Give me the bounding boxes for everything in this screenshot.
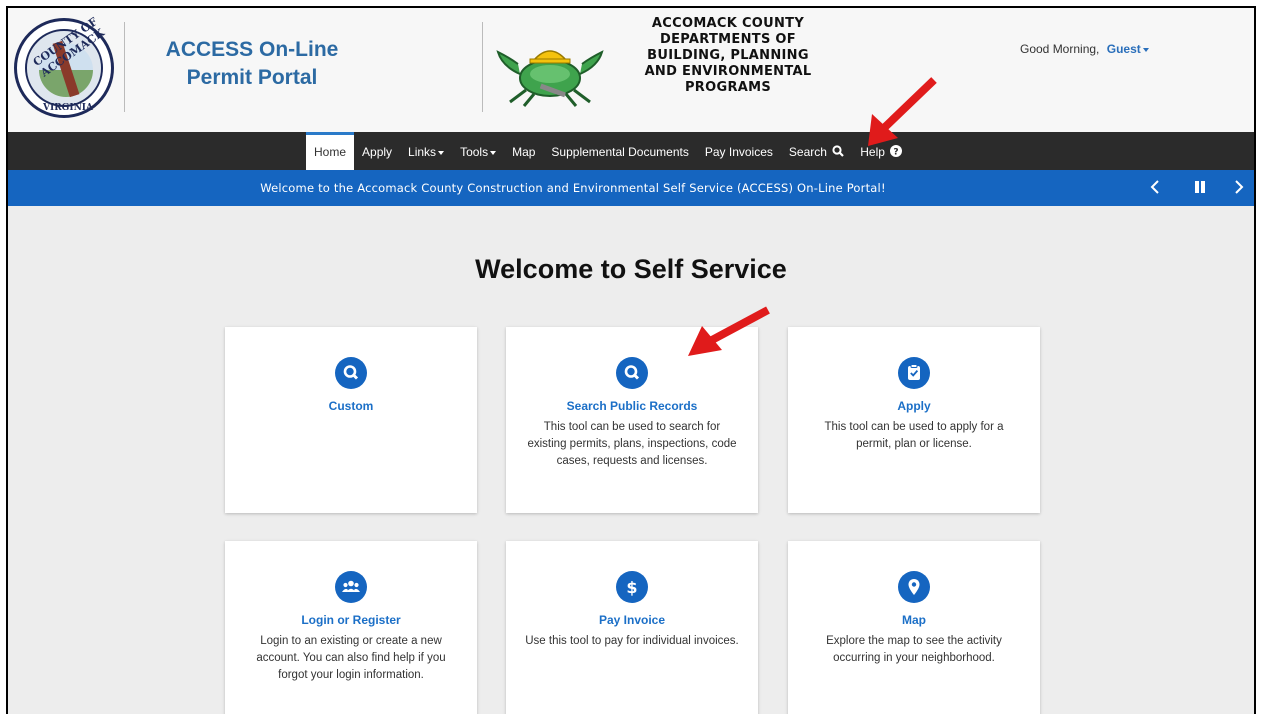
dept-line-4: AND ENVIRONMENTAL bbox=[644, 64, 812, 79]
card-description: This tool can be used to apply for a per… bbox=[824, 421, 1004, 450]
header-divider bbox=[482, 22, 483, 112]
banner-next-button[interactable] bbox=[1234, 170, 1244, 206]
card-apply[interactable]: Apply This tool can be used to apply for… bbox=[788, 327, 1040, 513]
users-icon bbox=[335, 571, 367, 603]
search-icon bbox=[616, 357, 648, 389]
card-title: Pay Invoice bbox=[598, 613, 666, 627]
nav-home[interactable]: Home bbox=[306, 132, 355, 170]
annotation-arrow-icon bbox=[868, 77, 937, 146]
banner-pause-button[interactable] bbox=[1194, 170, 1206, 206]
dollar-icon: $ bbox=[616, 571, 648, 603]
nav-pay-invoices-label: Pay Invoices bbox=[704, 145, 773, 159]
banner-prev-button[interactable] bbox=[1150, 170, 1160, 206]
browser-frame: COUNTY OF ACCOMACK VIRGINIA ACCESS On-Li… bbox=[6, 6, 1256, 714]
nav-tools-dropdown[interactable]: Tools bbox=[452, 132, 504, 170]
user-greeting: Good Morning, Guest bbox=[1020, 42, 1149, 56]
department-title: ACCOMACK COUNTY DEPARTMENTS OF BUILDING,… bbox=[608, 16, 848, 96]
portal-title-line1: ACCESS On-Line bbox=[165, 38, 339, 61]
chevron-right-icon bbox=[1235, 180, 1244, 194]
dept-line-2: DEPARTMENTS OF bbox=[660, 32, 796, 47]
card-login-or-register[interactable]: Login or Register Login to an existing o… bbox=[225, 541, 477, 714]
card-custom[interactable]: Custom bbox=[225, 327, 477, 513]
pause-icon bbox=[1195, 181, 1205, 193]
caret-down-icon bbox=[1142, 47, 1149, 52]
nav-search[interactable]: Search bbox=[781, 132, 852, 170]
nav-search-label: Search bbox=[788, 145, 827, 159]
card-title: Map bbox=[902, 613, 926, 627]
header-divider bbox=[124, 22, 125, 112]
dept-line-1: ACCOMACK COUNTY bbox=[651, 16, 805, 31]
nav-apply[interactable]: Apply bbox=[354, 132, 400, 170]
nav-home-label: Home bbox=[314, 145, 347, 159]
greeting-text: Good Morning, bbox=[1020, 42, 1100, 56]
card-title: Apply bbox=[897, 399, 931, 413]
county-seal-logo: COUNTY OF ACCOMACK VIRGINIA bbox=[14, 15, 114, 118]
user-name: Guest bbox=[1106, 42, 1141, 56]
nav-tools-label: Tools bbox=[460, 145, 489, 159]
main-navbar: Home Apply Links Tools Map Supplemental … bbox=[8, 132, 1254, 170]
nav-apply-label: Apply bbox=[362, 145, 393, 159]
crab-mascot-logo bbox=[496, 50, 604, 107]
caret-down-icon bbox=[490, 150, 497, 155]
search-icon bbox=[335, 357, 367, 389]
nav-map[interactable]: Map bbox=[504, 132, 543, 170]
nav-supplemental-documents[interactable]: Supplemental Documents bbox=[543, 132, 696, 170]
portal-title[interactable]: ACCESS On-Line Permit Portal bbox=[152, 36, 352, 92]
nav-pay-invoices[interactable]: Pay Invoices bbox=[697, 132, 781, 170]
card-title: Login or Register bbox=[301, 613, 401, 627]
clipboard-check-icon bbox=[898, 357, 930, 389]
card-title: Custom bbox=[328, 399, 374, 413]
map-pin-icon bbox=[898, 571, 930, 603]
announcement-banner: Welcome to the Accomack County Construct… bbox=[8, 170, 1254, 206]
seal-text-bottom: VIRGINIA bbox=[43, 103, 93, 113]
svg-text:$: $ bbox=[626, 578, 637, 597]
nav-supplemental-label: Supplemental Documents bbox=[551, 145, 689, 159]
search-icon bbox=[832, 145, 845, 157]
caret-down-icon bbox=[438, 150, 445, 155]
nav-map-label: Map bbox=[512, 145, 536, 159]
user-menu-button[interactable]: Guest bbox=[1107, 42, 1149, 56]
card-description: Explore the map to see the activity occu… bbox=[826, 635, 1002, 664]
card-pay-invoice[interactable]: $ Pay Invoice Use this tool to pay for i… bbox=[506, 541, 758, 714]
portal-title-line2: Permit Portal bbox=[186, 66, 318, 89]
dept-line-3: BUILDING, PLANNING bbox=[647, 48, 809, 63]
banner-text: Welcome to the Accomack County Construct… bbox=[260, 181, 886, 195]
dept-line-5: PROGRAMS bbox=[684, 80, 772, 95]
card-description: Login to an existing or create a new acc… bbox=[256, 635, 446, 681]
chevron-left-icon bbox=[1150, 180, 1159, 194]
card-map[interactable]: Map Explore the map to see the activity … bbox=[788, 541, 1040, 714]
nav-links-label: Links bbox=[408, 145, 437, 159]
nav-links-dropdown[interactable]: Links bbox=[400, 132, 452, 170]
annotation-arrow-icon bbox=[688, 306, 770, 356]
card-title: Search Public Records bbox=[566, 399, 698, 413]
card-description: Use this tool to pay for individual invo… bbox=[525, 635, 739, 647]
card-description: This tool can be used to search for exis… bbox=[527, 421, 737, 467]
page-title: Welcome to Self Service bbox=[475, 254, 787, 284]
site-header: COUNTY OF ACCOMACK VIRGINIA ACCESS On-Li… bbox=[8, 8, 1254, 132]
